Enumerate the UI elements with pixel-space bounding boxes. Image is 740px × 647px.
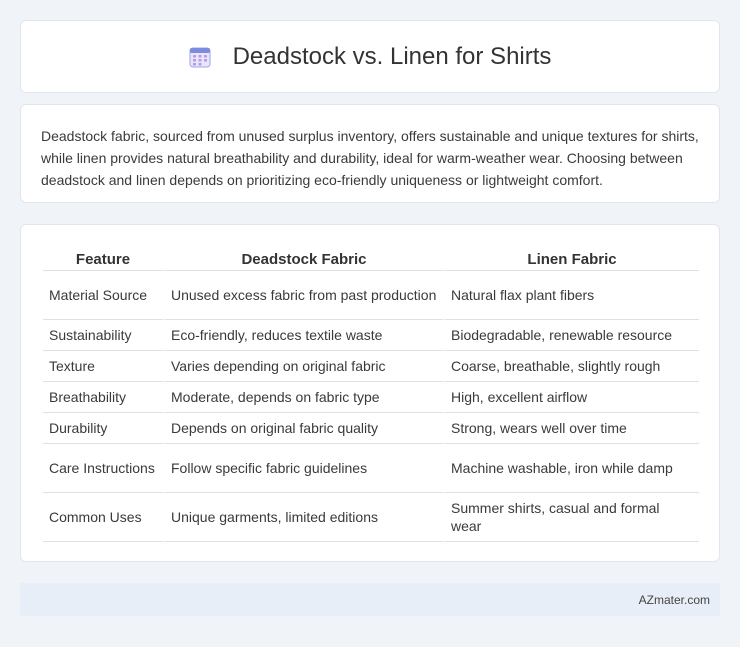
linen-cell: Coarse, breathable, slightly rough — [443, 351, 699, 382]
deadstock-cell: Varies depending on original fabric — [163, 351, 443, 382]
title-card: Deadstock vs. Linen for Shirts — [20, 20, 720, 93]
linen-cell: Machine washable, iron while damp — [443, 444, 699, 493]
deadstock-cell: Unused excess fabric from past productio… — [163, 271, 443, 320]
linen-cell: Strong, wears well over time — [443, 413, 699, 444]
feature-cell: Care Instructions — [43, 444, 163, 493]
linen-cell: Biodegradable, renewable resource — [443, 320, 699, 351]
feature-cell: Breathability — [43, 382, 163, 413]
table-row: Care Instructions Follow specific fabric… — [43, 444, 699, 493]
table-row: Sustainability Eco-friendly, reduces tex… — [43, 320, 699, 351]
feature-cell: Durability — [43, 413, 163, 444]
calendar-icon — [189, 46, 211, 68]
feature-cell: Material Source — [43, 271, 163, 320]
header-feature: Feature — [43, 245, 163, 271]
deadstock-cell: Eco-friendly, reduces textile waste — [163, 320, 443, 351]
table-row: Material Source Unused excess fabric fro… — [43, 271, 699, 320]
comparison-table-card: Feature Deadstock Fabric Linen Fabric Ma… — [20, 224, 720, 562]
table-header-row: Feature Deadstock Fabric Linen Fabric — [43, 245, 699, 271]
deadstock-cell: Depends on original fabric quality — [163, 413, 443, 444]
description-card: Deadstock fabric, sourced from unused su… — [20, 104, 720, 203]
header-deadstock: Deadstock Fabric — [163, 245, 443, 271]
table-row: Texture Varies depending on original fab… — [43, 351, 699, 382]
header-linen: Linen Fabric — [443, 245, 699, 271]
deadstock-cell: Follow specific fabric guidelines — [163, 444, 443, 493]
linen-cell: Summer shirts, casual and formal wear — [443, 493, 699, 542]
table-row: Durability Depends on original fabric qu… — [43, 413, 699, 444]
feature-cell: Texture — [43, 351, 163, 382]
description-text: Deadstock fabric, sourced from unused su… — [41, 128, 699, 188]
table-row: Common Uses Unique garments, limited edi… — [43, 493, 699, 542]
footer-site-link[interactable]: AZmater.com — [639, 593, 710, 607]
table-row: Breathability Moderate, depends on fabri… — [43, 382, 699, 413]
page-title: Deadstock vs. Linen for Shirts — [232, 42, 552, 70]
feature-cell: Sustainability — [43, 320, 163, 351]
deadstock-cell: Moderate, depends on fabric type — [163, 382, 443, 413]
linen-cell: Natural flax plant fibers — [443, 271, 699, 320]
deadstock-cell: Unique garments, limited editions — [163, 493, 443, 542]
linen-cell: High, excellent airflow — [443, 382, 699, 413]
footer: AZmater.com — [20, 583, 720, 616]
comparison-table: Feature Deadstock Fabric Linen Fabric Ma… — [43, 245, 699, 542]
feature-cell: Common Uses — [43, 493, 163, 542]
